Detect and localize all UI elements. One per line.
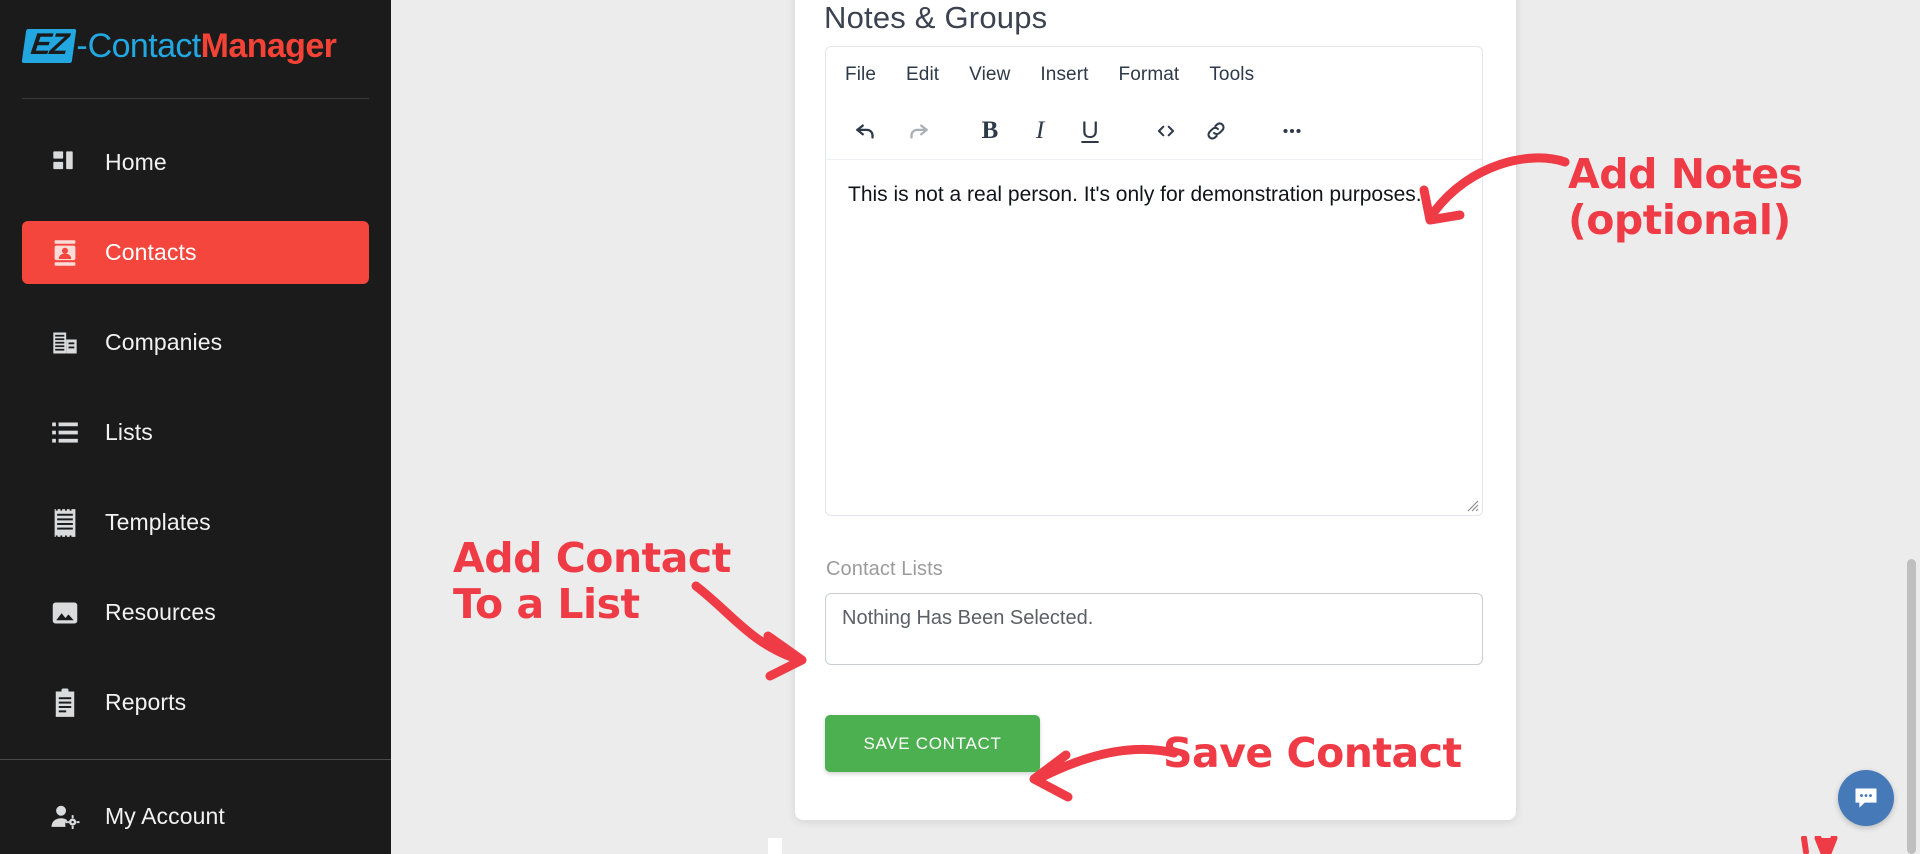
annotation-add-contact-to-list: Add Contact To a List [453, 534, 731, 628]
brand-dash: - [76, 27, 88, 65]
notes-editor[interactable]: File Edit View Insert Format Tools B I U… [825, 46, 1483, 516]
editor-menubar: File Edit View Insert Format Tools [826, 47, 1482, 102]
contact-lists-value: Nothing Has Been Selected. [842, 607, 1094, 629]
dashboard-grid-icon [48, 146, 82, 180]
sidebar: EZ - Contact Manager Home Contacts Compa… [0, 0, 391, 854]
brand-word-two: Manager [200, 27, 337, 65]
bullet-list-icon [48, 416, 82, 450]
sidebar-item-lists[interactable]: Lists [22, 401, 369, 464]
bottom-page-nub [768, 838, 782, 854]
office-building-icon [48, 326, 82, 360]
contact-card-icon [48, 236, 82, 270]
user-gear-icon [48, 800, 82, 834]
editor-resize-handle[interactable] [1463, 496, 1479, 512]
source-code-button[interactable] [1146, 111, 1186, 151]
sidebar-item-label: Home [105, 149, 167, 175]
notes-and-groups-card: Notes & Groups File Edit View Insert For… [795, 0, 1516, 820]
sidebar-item-my-account[interactable]: My Account [22, 785, 413, 848]
sidebar-item-label: Companies [105, 329, 223, 355]
more-options-button[interactable] [1272, 111, 1312, 151]
sidebar-nav: Home Contacts Companies Lists Templates … [0, 131, 391, 761]
menu-insert[interactable]: Insert [1040, 64, 1088, 86]
menu-file[interactable]: File [845, 64, 876, 86]
sidebar-item-label: Templates [105, 509, 211, 535]
brand-mark: EZ [21, 28, 77, 63]
annotation-save-contact: Save Contact [1163, 729, 1462, 777]
sidebar-item-label: My Account [105, 803, 225, 829]
undo-icon [856, 123, 874, 139]
underline-button[interactable]: U [1070, 111, 1110, 151]
sidebar-item-label: Lists [105, 419, 153, 445]
editor-toolbar: B I U [826, 102, 1482, 160]
link-icon [1207, 121, 1225, 140]
page-title: Notes & Groups [824, 0, 1048, 35]
italic-button[interactable]: I [1020, 111, 1060, 151]
editor-content-area[interactable]: This is not a real person. It's only for… [826, 161, 1482, 515]
underline-icon: U [1081, 116, 1099, 144]
chat-bubble-icon [1855, 788, 1877, 808]
redo-icon [910, 123, 928, 139]
bold-button[interactable]: B [970, 111, 1010, 151]
sidebar-item-resources[interactable]: Resources [22, 581, 369, 644]
sidebar-item-label: Contacts [105, 239, 197, 265]
bold-icon: B [981, 116, 999, 144]
sidebar-item-templates[interactable]: Templates [22, 491, 369, 554]
annotation-add-notes: Add Notes (optional) [1568, 150, 1803, 244]
more-icon [1283, 128, 1301, 133]
sidebar-divider [0, 759, 391, 760]
italic-icon: I [1035, 116, 1045, 144]
menu-format[interactable]: Format [1119, 64, 1180, 86]
contact-lists-label: Contact Lists [826, 558, 943, 580]
sidebar-item-label: Reports [105, 689, 187, 715]
sidebar-item-contacts[interactable]: Contacts [22, 221, 369, 284]
menu-view[interactable]: View [969, 64, 1010, 86]
undo-button[interactable] [846, 111, 886, 151]
save-contact-button[interactable]: SAVE CONTACT [825, 715, 1040, 772]
sidebar-item-reports[interactable]: Reports [22, 671, 369, 734]
sidebar-item-label: Resources [105, 599, 216, 625]
code-icon [1157, 125, 1175, 136]
sidebar-item-companies[interactable]: Companies [22, 311, 369, 374]
clipboard-icon [48, 686, 82, 720]
image-picture-icon [48, 596, 82, 630]
insert-link-button[interactable] [1196, 111, 1236, 151]
brand-logo[interactable]: EZ - Contact Manager [21, 24, 369, 68]
page-scrollbar-thumb[interactable] [1907, 559, 1916, 854]
resize-grip-icon [1467, 500, 1479, 512]
app-root: Notes & Groups File Edit View Insert For… [0, 0, 1920, 854]
editor-note-text: This is not a real person. It's only for… [848, 183, 1422, 206]
brand-word-one: Contact [87, 27, 202, 65]
contact-lists-select[interactable]: Nothing Has Been Selected. [825, 593, 1483, 665]
chat-widget-button[interactable] [1838, 770, 1894, 826]
menu-edit[interactable]: Edit [906, 64, 939, 86]
brand-divider [22, 98, 369, 99]
template-page-icon [48, 506, 82, 540]
redo-button[interactable] [898, 111, 938, 151]
sidebar-item-home[interactable]: Home [22, 131, 369, 194]
menu-tools[interactable]: Tools [1209, 64, 1254, 86]
